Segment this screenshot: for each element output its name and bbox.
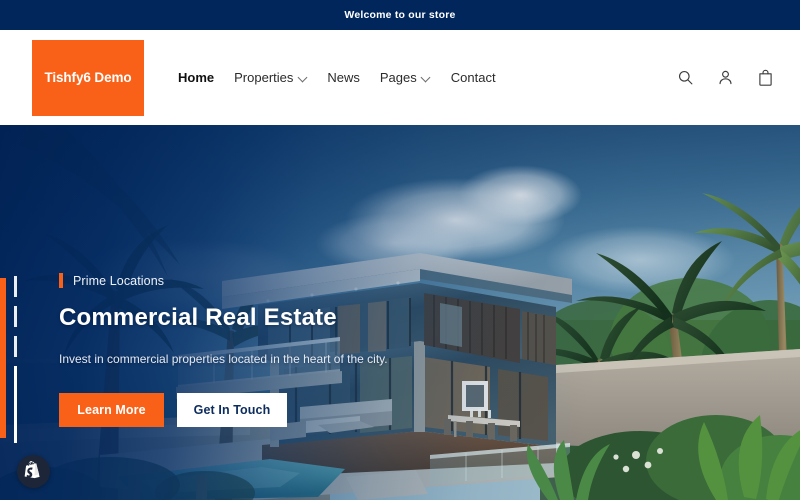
hero-content: Prime Locations Commercial Real Estate I… <box>59 273 479 427</box>
site-logo-text: Tishfy6 Demo <box>44 70 132 85</box>
slider-accent-bar <box>0 278 6 438</box>
nav-item-contact[interactable]: Contact <box>451 71 496 84</box>
hero-subtitle: Invest in commercial properties located … <box>59 351 388 366</box>
hero-button-group: Learn More Get In Touch <box>59 392 479 427</box>
shopify-logo-badge[interactable] <box>17 455 50 488</box>
site-logo[interactable]: Tishfy6 Demo <box>32 39 144 116</box>
site-header: Tishfy6 Demo Home Properties News Pages … <box>0 30 800 125</box>
nav-item-home[interactable]: Home <box>178 71 214 84</box>
hero-eyebrow: Prime Locations <box>59 273 479 288</box>
slider-dot-2[interactable] <box>14 306 17 327</box>
slider-dot-3[interactable] <box>14 336 17 357</box>
slider-dot-4[interactable] <box>14 366 17 443</box>
nav-item-properties-label: Properties <box>234 70 294 85</box>
storefront-page: Welcome to our store Tishfy6 Demo Home P… <box>0 0 800 500</box>
nav-item-pages[interactable]: Pages <box>380 71 431 84</box>
hero-eyebrow-text: Prime Locations <box>73 273 165 288</box>
account-icon[interactable] <box>714 67 736 89</box>
slider-pagination <box>14 276 18 443</box>
nav-item-properties[interactable]: Properties <box>234 71 307 84</box>
nav-item-contact-label: Contact <box>450 70 496 85</box>
announcement-bar: Welcome to our store <box>0 0 800 30</box>
nav-item-pages-label: Pages <box>379 70 417 85</box>
chevron-down-icon <box>422 74 431 83</box>
nav-item-news-label: News <box>327 70 360 85</box>
announcement-text: Welcome to our store <box>344 9 456 21</box>
main-navigation: Home Properties News Pages Contact <box>178 71 496 84</box>
slider-dot-1[interactable] <box>14 276 17 297</box>
hero-title: Commercial Real Estate <box>59 304 337 331</box>
cart-icon[interactable] <box>754 67 776 89</box>
chevron-down-icon <box>298 74 307 83</box>
eyebrow-accent-bar <box>59 273 63 288</box>
nav-item-home-label: Home <box>178 70 215 85</box>
header-actions <box>674 67 776 89</box>
nav-item-news[interactable]: News <box>327 71 360 84</box>
learn-more-button[interactable]: Learn More <box>59 392 164 427</box>
search-icon[interactable] <box>674 67 696 89</box>
hero-banner: Prime Locations Commercial Real Estate I… <box>0 125 800 500</box>
get-in-touch-button[interactable]: Get In Touch <box>177 392 287 427</box>
